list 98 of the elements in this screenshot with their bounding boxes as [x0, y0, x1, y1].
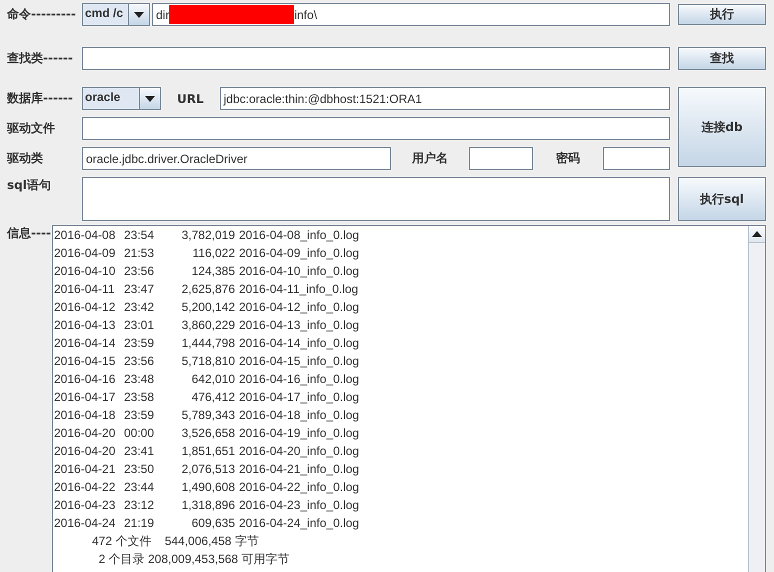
log-time: 21:53 — [124, 245, 156, 262]
driver-class-field[interactable]: oracle.jdbc.driver.OracleDriver — [82, 147, 391, 170]
search-button[interactable]: 查找 — [678, 47, 766, 70]
log-filename: 2016-04-17_info_0.log — [239, 389, 360, 406]
command-field[interactable]: dir info\ — [152, 3, 670, 26]
log-size: 1,851,651 — [180, 443, 236, 460]
log-time: 23:42 — [124, 299, 156, 316]
url-label: URL — [177, 92, 204, 106]
log-date: 2016-04-09 — [54, 245, 116, 262]
username-label: 用户名 — [412, 150, 448, 167]
log-time: 23:48 — [124, 371, 156, 388]
log-date: 2016-04-14 — [54, 335, 116, 352]
log-time: 23:58 — [124, 389, 156, 406]
log-size: 2,076,513 — [180, 461, 236, 478]
log-size: 116,022 — [192, 245, 236, 262]
log-time: 23:44 — [124, 479, 156, 496]
log-date: 2016-04-20 — [54, 425, 116, 442]
field-label: 驱动文件 — [7, 120, 56, 137]
log-filename: 2016-04-11_info_0.log — [239, 281, 360, 298]
log-date: 2016-04-18 — [54, 407, 116, 424]
log-date: 2016-04-17 — [54, 389, 116, 406]
log-date: 2016-04-15 — [54, 353, 116, 370]
log-time: 23:56 — [124, 263, 156, 280]
field-label: 数据库------ — [7, 90, 74, 107]
log-filename: 2016-04-10_info_0.log — [239, 263, 360, 280]
log-date: 2016-04-21 — [54, 461, 116, 478]
log-time: 23:50 — [124, 461, 156, 478]
search-field[interactable] — [82, 47, 670, 70]
log-filename: 2016-04-15_info_0.log — [239, 353, 360, 370]
log-size: 5,789,343 — [180, 407, 236, 424]
log-date: 2016-04-23 — [54, 497, 116, 514]
log-size: 3,526,658 — [180, 425, 236, 442]
username-field[interactable] — [469, 147, 533, 170]
log-filename: 2016-04-14_info_0.log — [239, 335, 360, 352]
log-size: 124,385 — [190, 263, 236, 280]
log-size: 1,318,896 — [180, 497, 236, 514]
log-time: 23:01 — [124, 317, 156, 334]
log-date: 2016-04-08 — [54, 227, 116, 244]
log-date: 2016-04-13 — [54, 317, 116, 334]
field-label: 查找类------ — [7, 50, 74, 67]
caret-icon — [145, 96, 155, 102]
scrollbar[interactable] — [748, 226, 765, 572]
password-field[interactable] — [603, 147, 670, 170]
log-size: 3,860,229 — [180, 317, 236, 334]
shell-dropdown[interactable]: cmd /c — [82, 3, 150, 26]
log-size: 5,718,810 — [180, 353, 236, 370]
log-date: 2016-04-22 — [54, 479, 116, 496]
log-time: 23:59 — [124, 335, 156, 352]
run-sql-button[interactable]: 执行sql — [678, 177, 766, 221]
log-time: 21:19 — [124, 515, 156, 532]
log-size: 1,444,798 — [180, 335, 236, 352]
log-date: 2016-04-24 — [54, 515, 116, 532]
log-size: 476,412 — [190, 389, 236, 406]
log-filename: 2016-04-12_info_0.log — [239, 299, 360, 316]
log-date: 2016-04-16 — [54, 371, 116, 388]
log-time: 23:12 — [124, 497, 156, 514]
field-label: 命令--------- — [7, 6, 77, 23]
url-field[interactable]: jdbc:oracle:thin:@dbhost:1521:ORA1 — [220, 87, 670, 110]
log-filename: 2016-04-08_info_0.log — [239, 227, 360, 244]
database-dropdown[interactable]: oracle — [82, 87, 161, 110]
log-date: 2016-04-20 — [54, 443, 116, 460]
execute-button[interactable]: 执行 — [678, 4, 766, 25]
log-date: 2016-04-11 — [54, 281, 116, 298]
connect-button[interactable]: 连接db — [678, 87, 766, 167]
summary-line: 2 个目录 208,009,453,568 可用字节 — [98, 552, 290, 566]
driver-file-field[interactable] — [82, 117, 670, 140]
log-filename: 2016-04-24_info_0.log — [239, 515, 360, 532]
sql-field[interactable] — [82, 177, 670, 221]
log-time: 23:59 — [124, 407, 156, 424]
log-date: 2016-04-10 — [54, 263, 116, 280]
log-size: 2,625,876 — [180, 281, 236, 298]
log-filename: 2016-04-18_info_0.log — [239, 407, 360, 424]
log-size: 609,635 — [190, 515, 236, 532]
field-label: 信息---- — [7, 225, 52, 242]
log-time: 00:00 — [124, 425, 156, 442]
log-size: 3,782,019 — [180, 227, 236, 244]
log-filename: 2016-04-19_info_0.log — [239, 425, 360, 442]
log-size: 5,200,142 — [180, 299, 236, 316]
log-size: 1,490,608 — [180, 479, 236, 496]
log-filename: 2016-04-20_info_0.log — [239, 443, 360, 460]
caret-icon — [134, 12, 144, 18]
log-filename: 2016-04-13_info_0.log — [239, 317, 360, 334]
log-filename: 2016-04-21_info_0.log — [239, 461, 360, 478]
log-time: 23:56 — [124, 353, 156, 370]
scroll-up-icon — [752, 231, 762, 237]
field-label: sql语句 — [7, 177, 52, 194]
summary-line: 472 个文件 544,006,458 字节 — [92, 534, 259, 548]
log-filename: 2016-04-23_info_0.log — [239, 497, 360, 514]
log-filename: 2016-04-22_info_0.log — [239, 479, 360, 496]
log-filename: 2016-04-16_info_0.log — [239, 371, 360, 388]
log-time: 23:47 — [124, 281, 156, 298]
log-time: 23:41 — [124, 443, 156, 460]
log-date: 2016-04-12 — [54, 299, 116, 316]
password-label: 密码 — [556, 150, 580, 167]
log-size: 642,010 — [190, 371, 236, 388]
field-label: 驱动类 — [7, 150, 44, 167]
log-filename: 2016-04-09_info_0.log — [239, 245, 360, 262]
log-time: 23:54 — [124, 227, 156, 244]
